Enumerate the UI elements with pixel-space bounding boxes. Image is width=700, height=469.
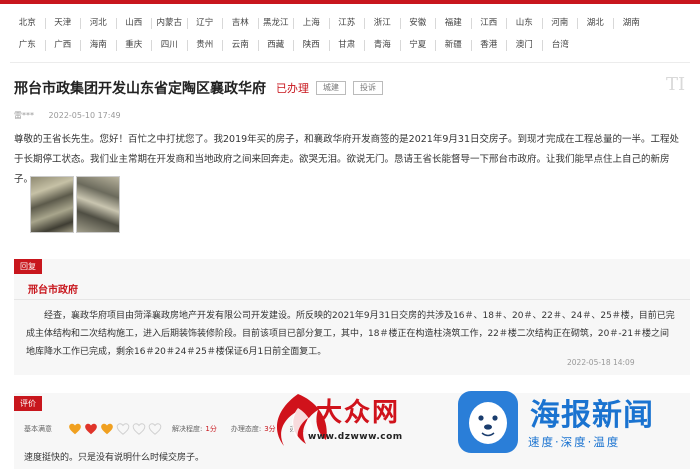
region-link[interactable]: 河南	[543, 17, 578, 29]
region-link[interactable]: 安徽	[401, 17, 436, 29]
reply-label: 回复	[14, 259, 42, 274]
region-link[interactable]: 黑龙江	[259, 17, 294, 29]
region-link[interactable]: 辽宁	[188, 17, 223, 29]
seal-mascot-icon	[458, 391, 518, 453]
region-row: 北京 天津 河北 山西 内蒙古 辽宁 吉林 黑龙江 上海 江苏 浙江 安徽 福建 江西 山东 河南 湖北 湖南	[10, 12, 690, 34]
top-accent-line	[0, 0, 700, 4]
reply-organization: 邢台市政府	[28, 285, 78, 296]
region-link[interactable]: 新疆	[436, 39, 472, 51]
evaluation-comment: 速度挺快的。只是没有说明什么时候交房子。	[24, 453, 205, 463]
haibao-watermark: 海报新闻 速度·深度·温度	[456, 386, 696, 462]
region-link[interactable]: 四川	[152, 39, 188, 51]
region-link[interactable]: 贵州	[188, 39, 223, 51]
haibao-slogan: 速度·深度·温度	[528, 435, 621, 449]
region-link[interactable]: 广西	[46, 39, 81, 51]
region-link[interactable]: 湖南	[614, 18, 650, 29]
region-link[interactable]: 台湾	[543, 40, 579, 51]
score-label: 办理态度:	[230, 425, 262, 433]
post-meta: 雷*** 2022-05-10 17:49	[14, 110, 133, 121]
divider	[14, 299, 690, 300]
post-title: 邢台市政集团开发山东省定陶区襄政华府	[14, 81, 266, 97]
dazhong-url: www.dzwww.com	[308, 432, 403, 442]
reply-section: 回复 邢台市政府 经查，襄政华府项目由菏泽襄政房地产开发有限公司开发建设。所反映…	[14, 259, 690, 375]
region-link[interactable]: 上海	[294, 17, 330, 29]
region-link[interactable]: 宁夏	[401, 39, 436, 51]
score-value: 1分	[205, 425, 217, 433]
score-label: 解决程度:	[172, 425, 203, 433]
heart-filled-icon	[101, 423, 113, 435]
heart-filled-icon	[69, 423, 81, 435]
region-link[interactable]: 湖北	[578, 17, 614, 29]
tag-category[interactable]: 城建	[316, 81, 346, 95]
region-link[interactable]: 澳门	[507, 39, 543, 51]
region-link[interactable]: 内蒙古	[152, 17, 188, 29]
satisfaction-hearts	[68, 422, 164, 436]
region-link[interactable]: 重庆	[117, 39, 152, 51]
region-link[interactable]: 浙江	[365, 17, 401, 29]
heart-filled-icon	[85, 423, 97, 435]
construction-photo-thumbnail[interactable]	[30, 176, 74, 233]
region-row: 广东 广西 海南 重庆 四川 贵州 云南 西藏 陕西 甘肃 青海 宁夏 新疆 香港 澳门 台湾	[10, 34, 690, 56]
region-link[interactable]: 香港	[472, 39, 507, 51]
region-link[interactable]: 青海	[365, 39, 401, 51]
region-link[interactable]: 陕西	[294, 39, 330, 51]
region-link[interactable]: 北京	[10, 17, 46, 29]
region-link[interactable]: 广东	[10, 39, 46, 51]
tag-type[interactable]: 投诉	[353, 81, 383, 95]
region-link[interactable]: 天津	[46, 17, 81, 29]
corner-logo-mark: TI	[666, 74, 686, 95]
region-link[interactable]: 江西	[472, 17, 507, 29]
reply-text: 经查，襄政华府项目由菏泽襄政房地产开发有限公司开发建设。所反映的2021年9月3…	[26, 311, 675, 357]
region-link[interactable]: 福建	[436, 17, 472, 29]
haibao-logo-text: 海报新闻	[530, 398, 654, 433]
region-link[interactable]: 海南	[81, 39, 117, 51]
status-badge: 已办理	[276, 82, 309, 95]
reply-time: 2022-05-18 14:09	[567, 358, 635, 367]
dazhong-watermark: 大众网 www.dzwww.com	[268, 386, 440, 456]
region-link[interactable]: 吉林	[223, 17, 259, 29]
heart-empty-icon	[148, 423, 162, 435]
divider	[10, 62, 690, 63]
dazhong-logo-text: 大众网	[316, 398, 401, 428]
region-link[interactable]: 河北	[81, 17, 117, 29]
region-link[interactable]: 山东	[507, 17, 543, 29]
heart-empty-icon	[116, 423, 130, 435]
post-author: 雷***	[14, 111, 34, 120]
score-resolution: 解决程度: 1分	[172, 424, 217, 434]
evaluation-label: 评价	[14, 396, 42, 411]
post-header: 邢台市政集团开发山东省定陶区襄政华府 已办理 城建 投诉	[14, 78, 383, 98]
region-link[interactable]: 西藏	[259, 39, 294, 51]
region-link[interactable]: 云南	[223, 39, 259, 51]
photo-gallery	[30, 176, 122, 233]
construction-photo-thumbnail[interactable]	[76, 176, 120, 233]
heart-empty-icon	[132, 423, 146, 435]
region-link[interactable]: 山西	[117, 17, 152, 29]
region-link[interactable]: 甘肃	[330, 39, 365, 51]
region-link[interactable]: 江苏	[330, 17, 365, 29]
satisfaction-label: 基本满意	[24, 425, 52, 433]
region-nav: 北京 天津 河北 山西 内蒙古 辽宁 吉林 黑龙江 上海 江苏 浙江 安徽 福建 江西 山东 河南 湖北 湖南 广…	[10, 12, 690, 56]
post-time: 2022-05-10 17:49	[48, 111, 121, 120]
